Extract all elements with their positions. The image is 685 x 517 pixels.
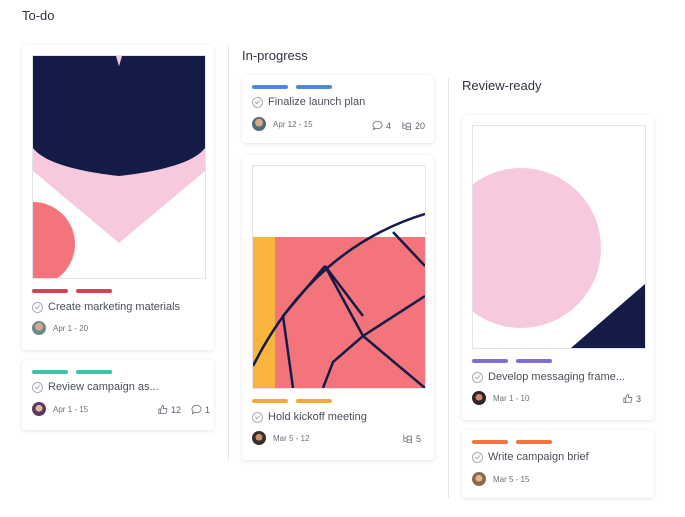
comment-count: 1 [205, 404, 211, 415]
due-date: Mar 5 - 15 [493, 474, 530, 484]
card-title: Write campaign brief [488, 451, 589, 463]
tag-orange-red [472, 440, 508, 444]
card-title: Create marketing materials [48, 301, 181, 313]
check-circle-icon[interactable] [252, 96, 263, 108]
check-circle-icon[interactable] [472, 451, 483, 463]
card-title: Finalize launch plan [268, 96, 366, 108]
column-divider [448, 78, 449, 498]
check-circle-icon[interactable] [472, 371, 483, 383]
tag-orange [296, 399, 332, 403]
card-title: Hold kickoff meeting [268, 411, 367, 423]
subtask-count: 20 [415, 120, 426, 131]
subtask-count: 5 [416, 433, 422, 444]
task-card-finalize-launch-plan[interactable]: Finalize launch plan Apr 12 - 15 4 20 [242, 75, 434, 143]
due-date: Mar 1 - 10 [493, 393, 530, 403]
column-title-todo: To-do [22, 8, 55, 23]
avatar [32, 321, 46, 335]
task-card-review-campaign[interactable]: Review campaign as... Apr 1 - 15 12 1 [22, 360, 214, 430]
like-count: 12 [171, 404, 182, 415]
tag-blue [296, 85, 332, 89]
tag-teal [76, 370, 112, 374]
subtask-icon[interactable] [401, 120, 412, 131]
tag-purple [472, 359, 508, 363]
check-circle-icon[interactable] [252, 411, 263, 423]
tag-teal [32, 370, 68, 374]
task-card-write-campaign-brief[interactable]: Write campaign brief Mar 5 - 15 [462, 430, 654, 498]
due-date: Mar 5 - 12 [273, 433, 310, 443]
card-cover-image [252, 165, 426, 389]
avatar [32, 402, 46, 416]
card-cover-image [32, 55, 206, 279]
like-count: 3 [636, 393, 642, 404]
tag-orange [252, 399, 288, 403]
avatar [472, 472, 486, 486]
card-cover-image [472, 125, 646, 349]
avatar [252, 117, 266, 131]
column-title-in-progress: In-progress [242, 48, 308, 63]
task-card-create-marketing-materials[interactable]: Create marketing materials Apr 1 - 20 [22, 45, 214, 350]
comment-icon[interactable] [372, 120, 383, 131]
thumbs-up-icon[interactable] [157, 404, 168, 415]
thumbs-up-icon[interactable] [622, 393, 633, 404]
task-card-develop-messaging-framework[interactable]: Develop messaging frame... Mar 1 - 10 3 [462, 115, 654, 420]
task-card-hold-kickoff-meeting[interactable]: Hold kickoff meeting Mar 5 - 12 5 [242, 155, 434, 460]
tag-orange-red [516, 440, 552, 444]
card-title: Review campaign as... [48, 381, 159, 393]
column-divider [228, 45, 229, 460]
tag-red [32, 289, 68, 293]
due-date: Apr 12 - 15 [273, 119, 313, 129]
avatar [252, 431, 266, 445]
check-circle-icon[interactable] [32, 381, 43, 393]
comment-icon[interactable] [191, 404, 202, 415]
comment-count: 4 [386, 120, 392, 131]
due-date: Apr 1 - 15 [53, 404, 89, 414]
card-title: Develop messaging frame... [488, 371, 625, 383]
check-circle-icon[interactable] [32, 301, 43, 313]
subtask-icon[interactable] [402, 433, 413, 444]
due-date: Apr 1 - 20 [53, 323, 89, 333]
avatar [472, 391, 486, 405]
tag-red [76, 289, 112, 293]
tag-purple [516, 359, 552, 363]
tag-blue [252, 85, 288, 89]
column-title-review-ready: Review-ready [462, 78, 542, 93]
